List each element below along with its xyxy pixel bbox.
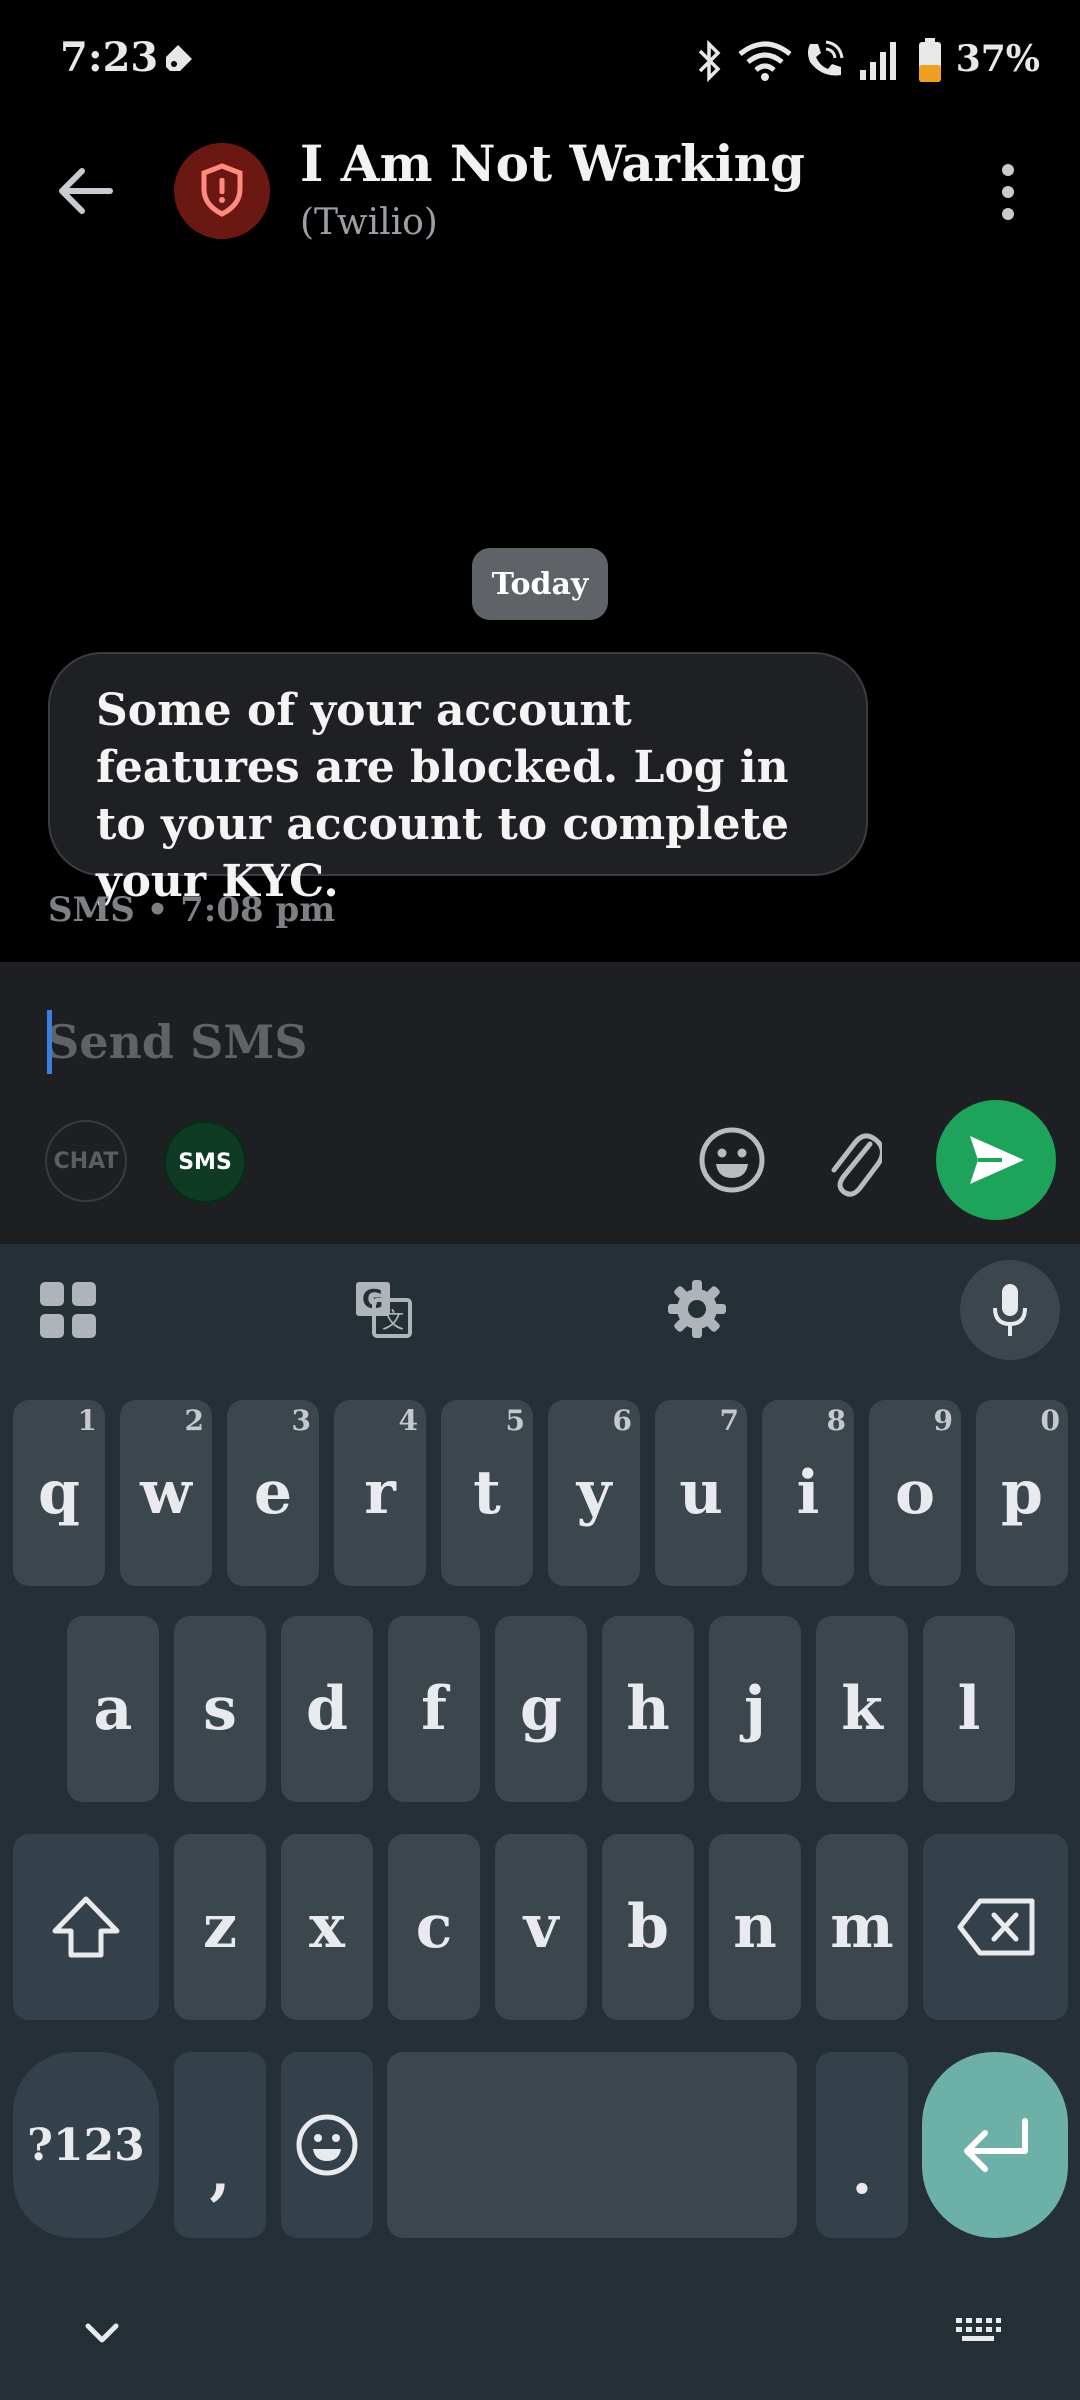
- key-number: 3: [291, 1404, 311, 1437]
- key-e[interactable]: e3: [227, 1400, 319, 1586]
- backspace-key[interactable]: [923, 1834, 1068, 2020]
- hide-keyboard-chevron-icon[interactable]: [84, 2322, 120, 2346]
- battery-icon: [919, 38, 941, 82]
- key-q[interactable]: q1: [13, 1400, 105, 1586]
- battery-percentage: 37%: [955, 38, 1040, 80]
- conversation-title: I Am Not Warking: [300, 134, 805, 193]
- key-number: 1: [77, 1404, 97, 1437]
- text-cursor: [47, 1010, 52, 1074]
- key-d[interactable]: d: [281, 1616, 373, 1802]
- attach-icon[interactable]: [826, 1126, 882, 1198]
- conversation-subtitle: (Twilio): [300, 202, 438, 243]
- key-p[interactable]: p0: [976, 1400, 1068, 1586]
- key-v[interactable]: v: [495, 1834, 587, 2020]
- emoji-key-icon: [296, 2114, 358, 2176]
- keyboard-switch-icon[interactable]: [954, 2316, 1002, 2350]
- key-label: q: [38, 1458, 80, 1528]
- emoji-key[interactable]: [281, 2052, 373, 2238]
- key-number: 6: [612, 1404, 632, 1437]
- key-u[interactable]: u7: [655, 1400, 747, 1586]
- key-label: w: [140, 1458, 192, 1528]
- key-o[interactable]: o9: [869, 1400, 961, 1586]
- key-number: 9: [933, 1404, 953, 1437]
- key-s[interactable]: s: [174, 1616, 266, 1802]
- key-label: t: [473, 1458, 501, 1528]
- back-arrow-icon[interactable]: [56, 166, 114, 216]
- message-meta: SMS • 7:08 pm: [48, 890, 336, 930]
- key-a[interactable]: a: [67, 1616, 159, 1802]
- key-label: u: [679, 1458, 723, 1528]
- shift-key[interactable]: [13, 1834, 159, 2020]
- voice-input-button[interactable]: [960, 1260, 1060, 1360]
- key-number: 2: [184, 1404, 204, 1437]
- key-number: 8: [826, 1404, 846, 1437]
- key-k[interactable]: k: [816, 1616, 908, 1802]
- send-icon: [970, 1136, 1024, 1184]
- key-label: p: [1001, 1458, 1043, 1528]
- sms-mode-button[interactable]: SMS: [163, 1120, 247, 1204]
- shift-icon: [52, 1896, 120, 1958]
- key-x[interactable]: x: [281, 1834, 373, 2020]
- key-number: 5: [505, 1404, 525, 1437]
- backspace-icon: [957, 1898, 1034, 1956]
- key-g[interactable]: g: [495, 1616, 587, 1802]
- signal-icon: [860, 42, 896, 80]
- compose-bar: [0, 962, 1080, 1244]
- period-key[interactable]: .: [816, 2052, 908, 2238]
- message-input[interactable]: [46, 1010, 666, 1074]
- key-number: 4: [398, 1404, 418, 1437]
- key-w[interactable]: w2: [120, 1400, 212, 1586]
- key-i[interactable]: i8: [762, 1400, 854, 1586]
- wifi-calling-icon: [808, 40, 844, 76]
- key-y[interactable]: y6: [548, 1400, 640, 1586]
- spacebar[interactable]: [387, 2052, 797, 2238]
- more-options-icon[interactable]: [996, 162, 1020, 222]
- key-label: i: [796, 1458, 820, 1528]
- symbols-key[interactable]: ?123: [13, 2052, 159, 2238]
- key-r[interactable]: r4: [334, 1400, 426, 1586]
- microphone-icon: [993, 1284, 1027, 1336]
- status-bar: 7:23 37%: [0, 0, 1080, 124]
- key-label: r: [364, 1458, 396, 1528]
- key-t[interactable]: t5: [441, 1400, 533, 1586]
- settings-gear-icon[interactable]: [666, 1278, 728, 1340]
- wifi-icon: [738, 41, 792, 81]
- translate-icon[interactable]: G 文: [354, 1280, 412, 1338]
- key-z[interactable]: z: [174, 1834, 266, 2020]
- key-label: e: [253, 1458, 293, 1528]
- key-number: 7: [719, 1404, 739, 1437]
- key-l[interactable]: l: [923, 1616, 1015, 1802]
- contact-avatar[interactable]: [174, 143, 270, 239]
- key-m[interactable]: m: [816, 1834, 908, 2020]
- bluetooth-icon: [698, 40, 721, 82]
- apps-grid-icon[interactable]: [38, 1280, 98, 1340]
- comma-key[interactable]: ,: [174, 2052, 266, 2238]
- enter-icon: [964, 2118, 1028, 2172]
- send-button[interactable]: [936, 1100, 1056, 1220]
- notification-icon: [166, 45, 192, 71]
- svg-text:文: 文: [382, 1309, 404, 1334]
- key-c[interactable]: c: [388, 1834, 480, 2020]
- key-b[interactable]: b: [602, 1834, 694, 2020]
- chat-mode-button[interactable]: CHAT: [45, 1120, 127, 1202]
- key-f[interactable]: f: [388, 1616, 480, 1802]
- key-label: o: [894, 1458, 936, 1528]
- date-chip: Today: [472, 548, 608, 620]
- key-h[interactable]: h: [602, 1616, 694, 1802]
- enter-key[interactable]: [922, 2052, 1068, 2238]
- key-label: y: [576, 1458, 612, 1528]
- key-j[interactable]: j: [709, 1616, 801, 1802]
- emoji-icon[interactable]: [698, 1126, 766, 1194]
- message-bubble[interactable]: Some of your account features are blocke…: [48, 652, 868, 907]
- status-time: 7:23: [60, 34, 159, 81]
- key-n[interactable]: n: [709, 1834, 801, 2020]
- key-number: 0: [1040, 1404, 1060, 1437]
- shield-alert-icon: [201, 163, 243, 217]
